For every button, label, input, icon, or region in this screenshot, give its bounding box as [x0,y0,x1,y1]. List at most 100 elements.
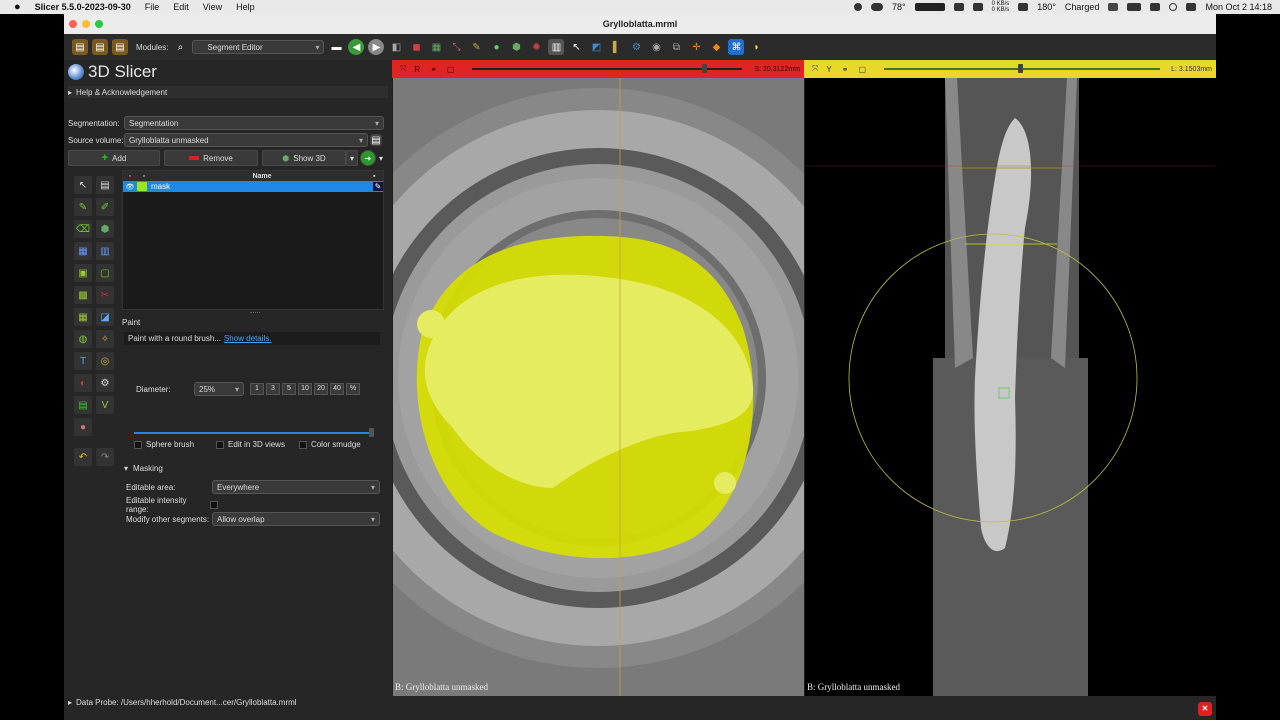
preset-5-button[interactable]: 5 [282,383,296,395]
logical-operators-icon[interactable]: ◪ [96,308,114,326]
edit-pencil-icon[interactable]: ✎ [373,182,383,191]
yellow-slice-view[interactable]: B: Grylloblatta unmasked [805,78,1216,696]
engrave-effect-icon[interactable]: ⚙ [96,374,114,392]
apple-icon[interactable]: ● [14,1,21,13]
app-menu[interactable]: Slicer 5.5.0-2023-09-30 [35,2,131,12]
network-speed[interactable]: 0 KB/s 0 KB/s [992,1,1010,13]
diameter-spinbox[interactable]: 25% [194,382,244,396]
export-dropdown[interactable]: ▾ [376,150,386,166]
fill-between-slices-icon[interactable]: ▥ [96,242,114,260]
help-section-header[interactable]: ▸ Help & Acknowledgement [68,86,388,98]
eye-icon[interactable]: 👁 [123,183,137,191]
diameter-slider-knob[interactable] [369,428,374,437]
scissors-effect-icon[interactable]: ✂ [96,286,114,304]
dropbox-icon[interactable] [1108,3,1119,11]
watershed-icon[interactable]: V [96,396,114,414]
source-volume-options-icon[interactable]: ▤ [370,134,382,146]
module-list-icon[interactable]: ▬ [328,39,344,55]
wifi-icon[interactable] [1150,3,1161,11]
split-volume-icon[interactable]: ▤ [74,396,92,414]
window-level-icon[interactable]: ◩ [588,39,604,55]
preset-20-button[interactable]: 20 [314,383,328,395]
error-log-button[interactable]: ✕ [1198,702,1212,716]
local-threshold-icon[interactable]: T [74,352,92,370]
sensor-icon[interactable] [1018,3,1029,11]
yellow-pin-icon[interactable]: ⤧ [812,64,818,74]
hollow-effect-icon[interactable]: ▩ [74,286,92,304]
cloud-icon[interactable] [870,3,883,11]
battery-text[interactable]: Charged [1065,2,1100,12]
segment-editor-module-icon[interactable]: ⬢ [508,39,524,55]
preset-percent-button[interactable]: % [346,383,360,395]
segment-color-swatch[interactable] [137,182,147,191]
memory-icon[interactable] [953,3,964,11]
redo-icon[interactable]: ↷ [96,448,114,466]
source-volume-selector[interactable]: Grylloblatta unmasked [124,133,368,147]
wrap-solidify-icon[interactable]: ◎ [96,352,114,370]
preset-40-button[interactable]: 40 [330,383,344,395]
undo-icon[interactable]: ↶ [74,448,92,466]
data-probe-header[interactable]: ▸ Data Probe: /Users/hherhold/Document..… [68,696,297,708]
yellow-link-icon[interactable]: ⚭ [842,65,849,74]
ruler-icon[interactable]: ▌ [608,39,624,55]
red-maximize-icon[interactable]: ▢ [447,65,455,74]
module-selector[interactable]: Segment Editor [192,40,325,54]
modify-other-selector[interactable]: Allow overlap [212,512,380,526]
editable-area-selector[interactable]: Everywhere [212,480,380,494]
editable-intensity-checkbox[interactable] [210,501,218,509]
clock-text[interactable]: Mon Oct 2 14:18 [1205,2,1272,12]
volumes-module-icon[interactable]: ◼ [408,39,424,55]
mouse-mode-icon[interactable]: ↖ [568,39,584,55]
menu-edit[interactable]: Edit [173,2,189,12]
red-pin-icon[interactable]: ⤧ [400,64,406,74]
red-offset-slider-knob[interactable] [702,64,707,73]
smoothing-effect-icon[interactable]: ◍ [74,330,92,348]
show-details-link[interactable]: Show details. [224,334,272,343]
models-module-icon[interactable]: ▦ [428,39,444,55]
yellow-slice-image[interactable] [805,78,1216,696]
menu-help[interactable]: Help [236,2,255,12]
python-console-icon[interactable]: ◗ [748,39,764,55]
paint-effect-icon[interactable]: ✎ [74,198,92,216]
add-segment-button[interactable]: + Add [68,150,160,166]
transforms-module-icon[interactable]: ⤡ [448,39,464,55]
segment-list-icon[interactable]: ▤ [96,176,114,194]
preset-1-button[interactable]: 1 [250,383,264,395]
grow-from-seeds-icon[interactable]: ▦ [74,242,92,260]
splitter-handle[interactable] [250,312,260,314]
threshold-effect-icon[interactable]: ▣ [74,264,92,282]
layout-icon[interactable]: ▥ [548,39,565,55]
draw-effect-icon[interactable]: ✐ [96,198,114,216]
disk-icon[interactable] [972,3,983,11]
diameter-slider[interactable] [134,428,374,437]
minimize-window-button[interactable] [82,20,90,28]
level-tracing-icon[interactable]: ⬢ [96,220,114,238]
name-column-header[interactable]: Name [151,173,373,180]
fiducial-icon[interactable]: ◆ [708,39,724,55]
dicom-icon[interactable]: ▤ [92,39,108,55]
margin-effect-icon[interactable]: ▢ [96,264,114,282]
forward-arrow-icon[interactable]: ▶ [368,39,385,55]
surface-cut-icon[interactable]: ◐ [74,374,92,392]
preset-10-button[interactable]: 10 [298,383,312,395]
markups-module-icon[interactable]: ✎ [468,39,484,55]
search-icon[interactable] [1169,3,1178,11]
module-search-icon[interactable]: ⌕ [172,39,188,55]
segmentations-module-icon[interactable]: ● [488,39,504,55]
data-module-icon[interactable]: ◧ [388,39,404,55]
red-offset-slider[interactable] [472,64,742,73]
segment-row[interactable]: 👁 mask ✎ [123,181,383,192]
close-window-button[interactable] [69,20,77,28]
control-center-icon[interactable] [1186,3,1197,11]
sphere-brush-checkbox[interactable] [134,440,142,449]
none-effect-icon[interactable]: ↖ [74,176,92,194]
heading-text[interactable]: 180° [1037,2,1056,12]
show-3d-dropdown[interactable]: ▾ [346,150,358,166]
save-icon[interactable]: ▤ [112,39,128,55]
edit-3d-checkbox[interactable] [216,440,225,449]
visibility-header-icon[interactable]: ◦ [123,173,137,180]
show-3d-button[interactable]: ⬢ Show 3D [262,150,346,166]
erase-effect-icon[interactable]: ⌫ [74,220,92,238]
extensions-icon[interactable]: ✺ [528,39,544,55]
crosshair-icon[interactable]: ✛ [688,39,704,55]
